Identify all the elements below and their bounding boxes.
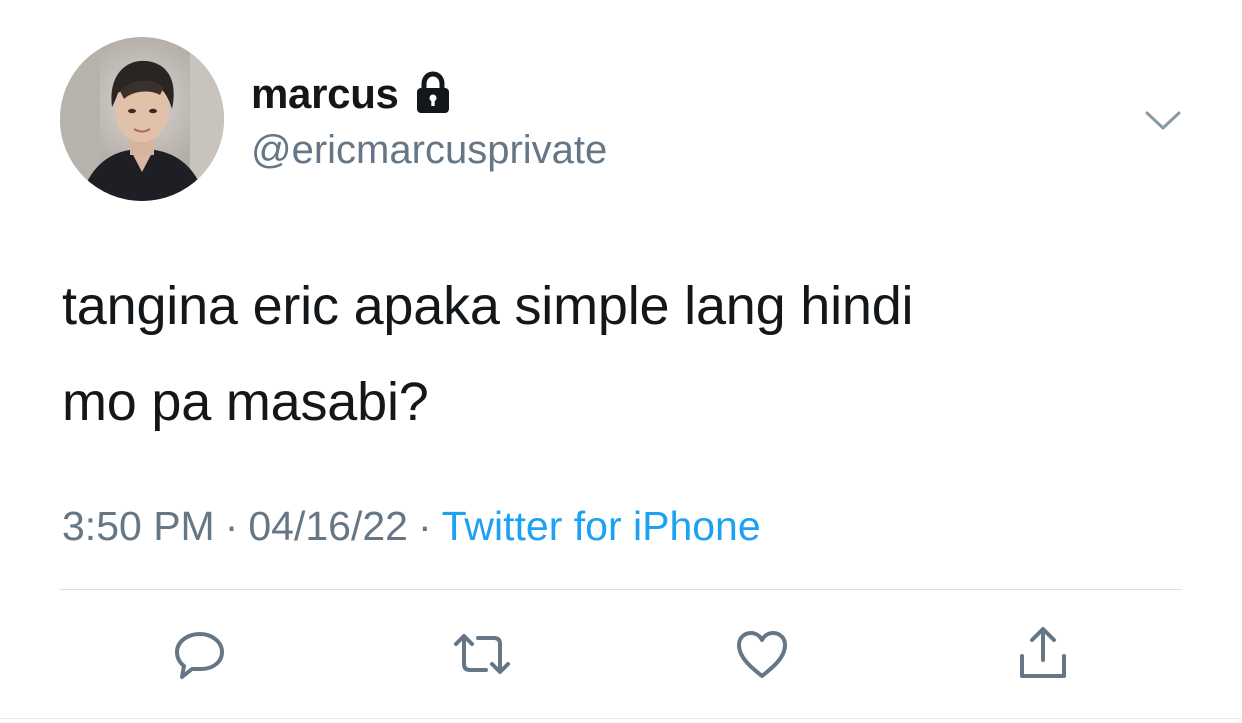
profile-photo <box>60 37 224 201</box>
tweet-meta: 3:50 PM · 04/16/22 · Twitter for iPhone <box>62 500 761 552</box>
tweet-text: tangina eric apaka simple lang hindi mo … <box>62 258 1182 450</box>
tweet-source-link[interactable]: Twitter for iPhone <box>442 503 761 549</box>
handle[interactable]: @ericmarcusprivate <box>251 124 607 176</box>
tweet-time[interactable]: 3:50 PM <box>62 503 215 549</box>
divider <box>60 589 1182 590</box>
avatar[interactable] <box>60 37 224 201</box>
separator: · <box>417 503 432 549</box>
display-name[interactable]: marcus <box>251 70 399 118</box>
more-options-button[interactable] <box>1141 103 1185 139</box>
retweet-button[interactable] <box>450 622 514 686</box>
lock-icon <box>413 70 453 120</box>
tweet-text-line: tangina eric apaka simple lang hindi <box>62 276 914 336</box>
retweet-icon <box>454 634 510 674</box>
display-name-row[interactable]: marcus <box>251 66 453 122</box>
reply-icon <box>175 632 224 679</box>
share-icon <box>1020 627 1066 678</box>
heart-icon <box>737 631 787 678</box>
tweet-date[interactable]: 04/16/22 <box>248 503 408 549</box>
tweet-card: marcus @ericmarcusprivate tangina eric a… <box>0 0 1242 723</box>
chevron-down-icon <box>1145 111 1181 130</box>
tweet-text-line: mo pa masabi? <box>62 372 429 432</box>
share-button[interactable] <box>1011 622 1075 686</box>
like-button[interactable] <box>730 622 794 686</box>
action-bar <box>0 622 1242 686</box>
bottom-divider <box>0 718 1242 719</box>
separator: · <box>224 503 239 549</box>
reply-button[interactable] <box>168 622 232 686</box>
